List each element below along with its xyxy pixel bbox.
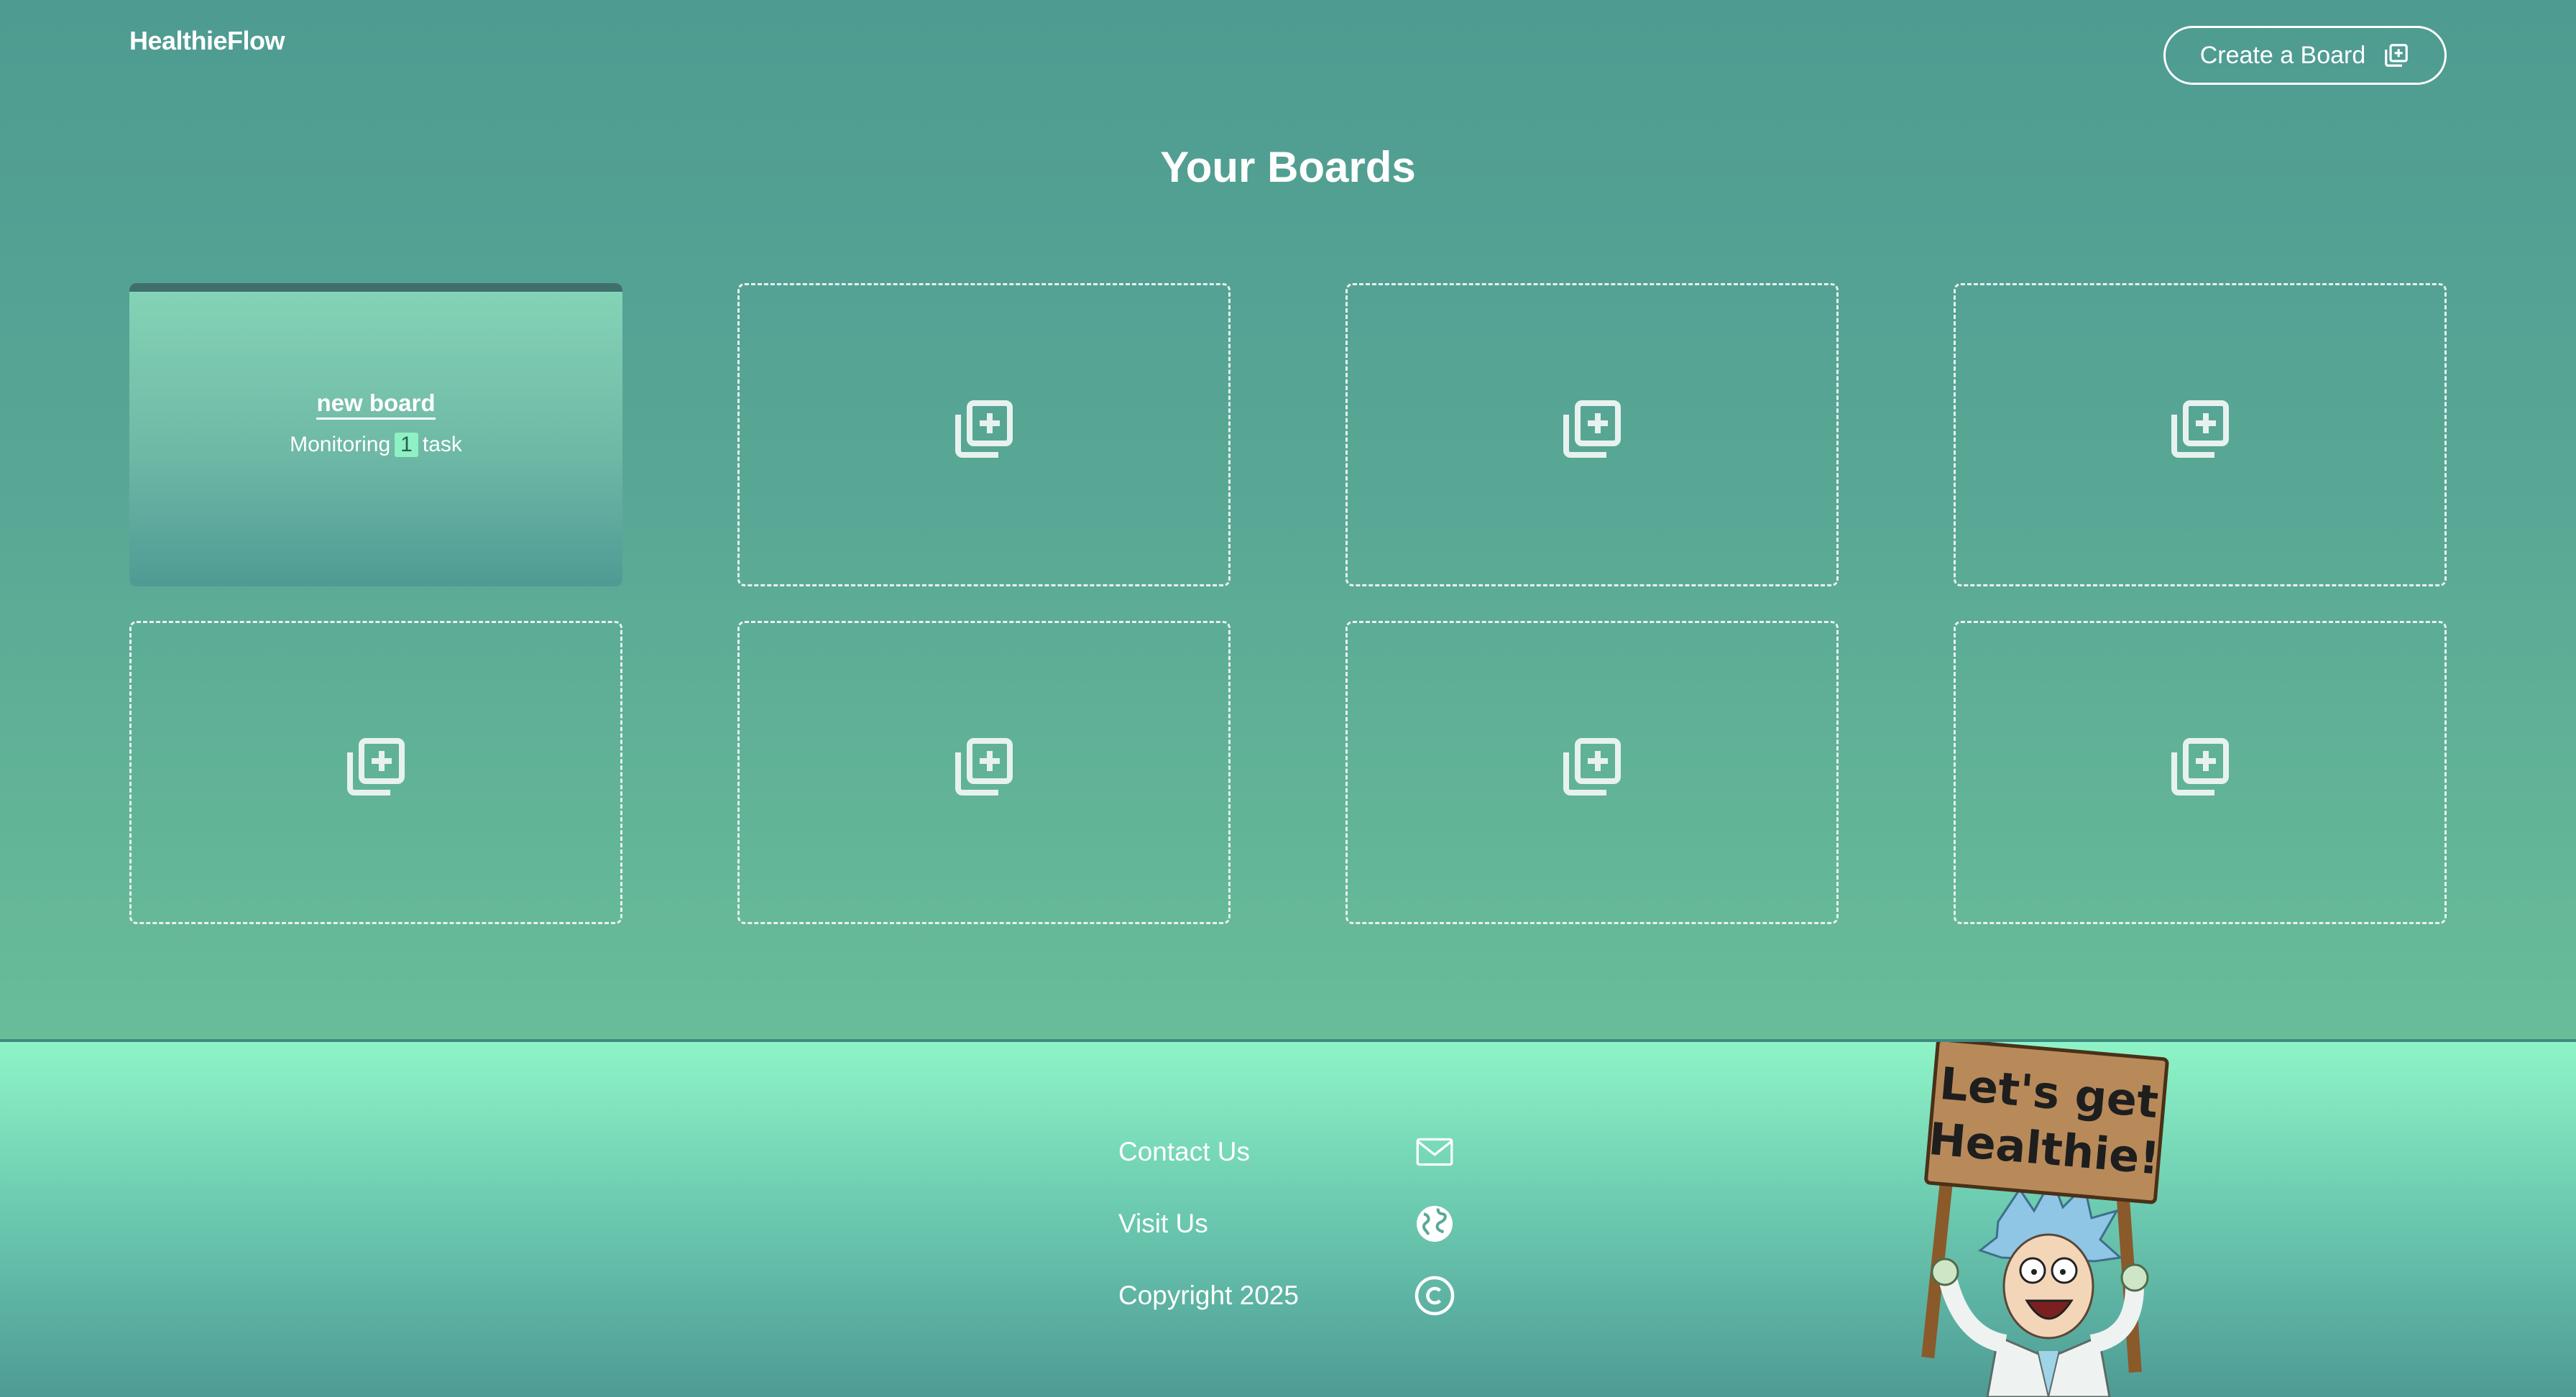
mascot-illustration: Let's get Healthie!: [1921, 1042, 2169, 1397]
copyright-label: Copyright 2025: [1118, 1281, 1299, 1310]
board-meta: Monitoring 1 task: [129, 433, 622, 457]
copyright-row: Copyright 2025: [1118, 1271, 1456, 1321]
brand-logo[interactable]: HealthieFlow: [129, 26, 285, 56]
globe-icon: [1413, 1202, 1456, 1245]
board-meta-prefix: Monitoring: [290, 433, 391, 456]
visit-label: Visit Us: [1118, 1209, 1208, 1238]
board-card[interactable]: new board Monitoring 1 task: [129, 283, 622, 586]
empty-board-slot[interactable]: [1954, 283, 2447, 586]
board-title[interactable]: new board: [316, 389, 436, 420]
mail-icon: [1413, 1130, 1456, 1174]
page-title: Your Boards: [1160, 143, 1416, 191]
empty-board-slot[interactable]: [1346, 621, 1839, 924]
add-board-icon: [955, 738, 1013, 796]
create-board-button[interactable]: Create a Board: [2163, 26, 2447, 85]
contact-link[interactable]: Contact Us: [1118, 1127, 1456, 1177]
add-board-icon: [347, 738, 405, 796]
footer: Contact Us Visit Us Copyright 2025 Let's…: [0, 1039, 2576, 1397]
contact-label: Contact Us: [1118, 1137, 1251, 1166]
board-title-wrap: new board: [129, 389, 622, 420]
empty-board-slot[interactable]: [129, 621, 622, 924]
empty-board-slot[interactable]: [737, 621, 1230, 924]
visit-link[interactable]: Visit Us: [1118, 1199, 1456, 1249]
add-board-icon: [2171, 738, 2229, 796]
empty-board-slot[interactable]: [1346, 283, 1839, 586]
add-board-icon: [1563, 738, 1621, 796]
boards-grid: new board Monitoring 1 task: [129, 283, 2447, 924]
main-area: HealthieFlow Create a Board Your Boards …: [0, 0, 2576, 1039]
add-board-icon: [1563, 400, 1621, 458]
task-count-badge: 1: [395, 433, 418, 457]
add-board-icon: [2385, 44, 2409, 67]
empty-board-slot[interactable]: [1954, 621, 2447, 924]
empty-board-slot[interactable]: [737, 283, 1230, 586]
board-meta-suffix: task: [422, 433, 462, 456]
copyright-icon: [1413, 1274, 1456, 1317]
create-board-label: Create a Board: [2199, 41, 2366, 69]
add-board-icon: [955, 400, 1013, 458]
add-board-icon: [2171, 400, 2229, 458]
